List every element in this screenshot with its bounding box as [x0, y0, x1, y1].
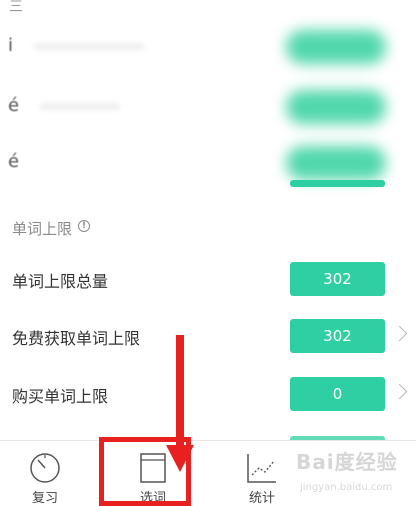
row-label: 单词上限总量 [12, 272, 109, 291]
annotation-arrow-icon [166, 335, 194, 472]
blurred-pill-button[interactable] [286, 146, 386, 180]
app-screen: 三 i é é 单词上限 ! 单词上限总量 302 免费获取单词上限 302 购… [0, 0, 416, 506]
blurred-row-3[interactable]: é [0, 142, 416, 182]
tab-statistics[interactable]: 统计 [217, 441, 307, 506]
blurred-row-1[interactable]: i [0, 26, 416, 66]
watermark-sub: jingyan.baidu.com [300, 482, 393, 493]
chevron-right-icon[interactable] [391, 383, 408, 400]
blurred-row-lead: i [8, 35, 14, 56]
tab-label: 统计 [248, 491, 275, 506]
review-dial-icon [28, 451, 62, 489]
value-box: 302 [290, 262, 385, 296]
partial-pill-edge [290, 180, 385, 187]
tab-label: 复习 [31, 491, 58, 506]
row-total-limit: 单词上限总量 302 [0, 258, 416, 302]
row-label: 购买单词上限 [12, 387, 109, 406]
chart-line-icon [245, 451, 279, 489]
value-box: 302 [290, 319, 385, 353]
watermark-text: Bai度经验 [296, 450, 398, 474]
row-free-limit[interactable]: 免费获取单词上限 302 [0, 315, 416, 359]
value-box: 0 [290, 377, 385, 411]
row-purchased-limit[interactable]: 购买单词上限 0 [0, 373, 416, 417]
blurred-pill-button[interactable] [286, 90, 386, 124]
annotation-highlight-box [99, 437, 191, 506]
tab-review[interactable]: 复习 [0, 441, 90, 506]
info-icon[interactable]: ! [78, 220, 90, 232]
blurred-row-2[interactable]: é [0, 86, 416, 126]
row-label: 免费获取单词上限 [12, 329, 141, 348]
blurred-row-lead: é [8, 151, 20, 172]
chevron-right-icon[interactable] [391, 325, 408, 342]
top-cut-glyph: 三 [9, 0, 23, 15]
blur-smudge [34, 44, 144, 49]
blurred-pill-button[interactable] [286, 30, 386, 64]
section-title: 单词上限 [12, 220, 73, 238]
blurred-row-lead: é [8, 95, 20, 116]
blur-smudge [40, 104, 120, 109]
